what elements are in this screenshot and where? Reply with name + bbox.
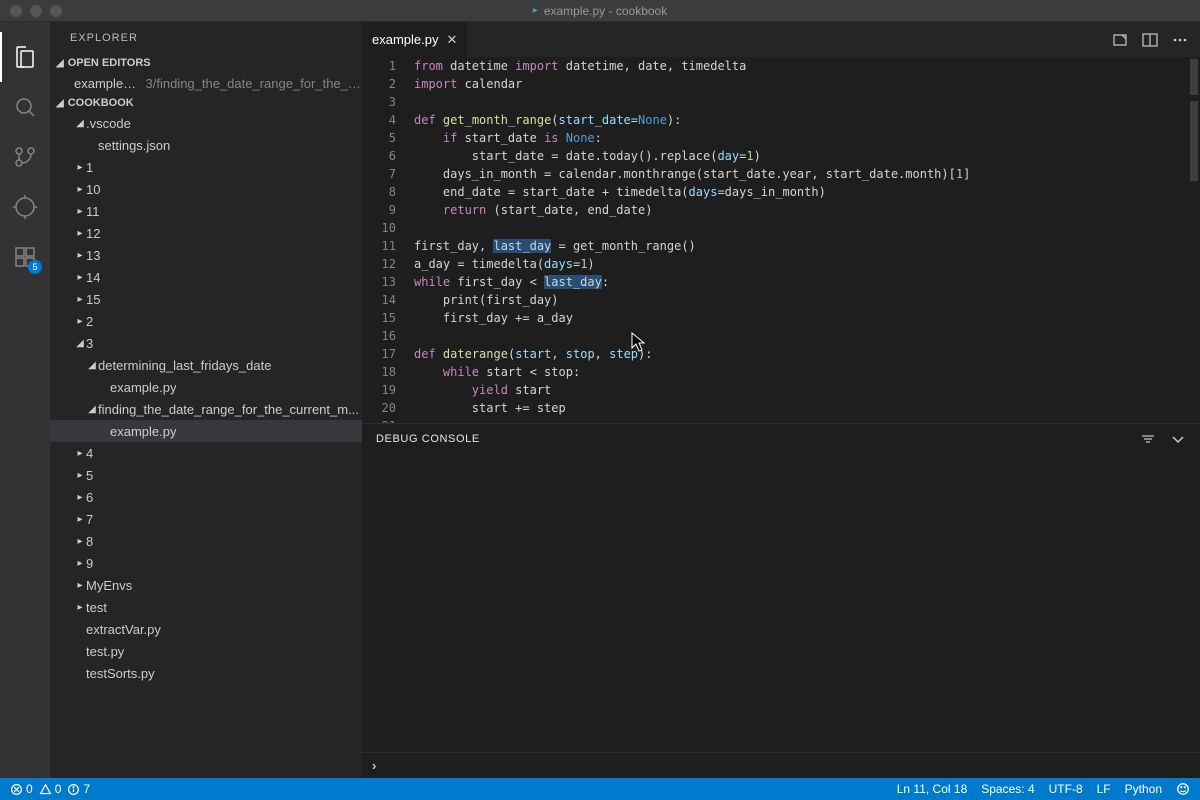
extensions-badge: 5 xyxy=(28,260,42,274)
folder-item[interactable]: ▸14 xyxy=(50,266,362,288)
tab-label: example.py xyxy=(372,32,438,47)
folder-item[interactable]: ▸5 xyxy=(50,464,362,486)
split-editor-icon[interactable] xyxy=(1142,32,1158,48)
folder-item[interactable]: ▸4 xyxy=(50,442,362,464)
code-content[interactable]: from datetime import datetime, date, tim… xyxy=(414,57,1200,423)
status-feedback-icon[interactable] xyxy=(1176,782,1190,796)
panel-input[interactable]: › xyxy=(362,752,1200,778)
status-eol[interactable]: LF xyxy=(1097,782,1111,796)
folder-item[interactable]: ▸8 xyxy=(50,530,362,552)
tab-bar: example.py ✕ xyxy=(362,22,1200,57)
minimize-window[interactable] xyxy=(30,5,42,17)
status-warnings[interactable]: 0 xyxy=(39,782,62,796)
folder-item[interactable]: ▸1 xyxy=(50,156,362,178)
status-info[interactable]: 7 xyxy=(67,782,90,796)
open-editors-list: example.py3/finding_the_date_range_for_t… xyxy=(50,72,362,94)
activity-bar: 5 xyxy=(0,22,50,778)
folder-item[interactable]: ▸15 xyxy=(50,288,362,310)
file-item[interactable]: test.py xyxy=(50,640,362,662)
folder-item[interactable]: ◢.vscode xyxy=(50,112,362,134)
search-icon[interactable] xyxy=(0,82,50,132)
status-info-count: 7 xyxy=(83,782,90,796)
folder-item[interactable]: ▸7 xyxy=(50,508,362,530)
debug-icon[interactable] xyxy=(0,182,50,232)
main-area: 5 EXPLORER ◢ OPEN EDITORS example.py3/fi… xyxy=(0,22,1200,778)
maximize-window[interactable] xyxy=(50,5,62,17)
folder-item[interactable]: ▸9 xyxy=(50,552,362,574)
source-control-icon[interactable] xyxy=(0,132,50,182)
file-item[interactable]: example.py xyxy=(50,376,362,398)
status-errors[interactable]: 0 xyxy=(10,782,33,796)
open-editor-item[interactable]: example.py3/finding_the_date_range_for_t… xyxy=(50,72,362,94)
open-editors-header[interactable]: ◢ OPEN EDITORS xyxy=(50,54,362,72)
chevron-right-icon: › xyxy=(372,758,376,773)
status-encoding[interactable]: UTF-8 xyxy=(1049,782,1083,796)
folder-item[interactable]: ▸12 xyxy=(50,222,362,244)
status-cursor[interactable]: Ln 11, Col 18 xyxy=(897,782,968,796)
open-editors-label: OPEN EDITORS xyxy=(68,57,151,69)
editor-area: example.py ✕ 123456789101112131415161718… xyxy=(362,22,1200,778)
folder-item[interactable]: ▸2 xyxy=(50,310,362,332)
file-item[interactable]: testSorts.py xyxy=(50,662,362,684)
folder-item[interactable]: ◢3 xyxy=(50,332,362,354)
panel-collapse-icon[interactable] xyxy=(1170,431,1186,447)
more-actions-icon[interactable] xyxy=(1172,32,1188,48)
workspace-label: COOKBOOK xyxy=(68,97,134,109)
folder-item[interactable]: ◢determining_last_fridays_date xyxy=(50,354,362,376)
status-language[interactable]: Python xyxy=(1125,782,1162,796)
file-item[interactable]: example.py xyxy=(50,420,362,442)
folder-item[interactable]: ▸11 xyxy=(50,200,362,222)
status-warnings-count: 0 xyxy=(55,782,62,796)
line-numbers: 123456789101112131415161718192021 xyxy=(362,57,414,423)
explorer-icon[interactable] xyxy=(0,32,50,82)
file-tree: ◢.vscodesettings.json▸1▸10▸11▸12▸13▸14▸1… xyxy=(50,112,362,778)
tab-actions xyxy=(1112,22,1200,57)
folder-item[interactable]: ▸13 xyxy=(50,244,362,266)
statusbar: 0 0 7 Ln 11, Col 18 Spaces: 4 UTF-8 LF P… xyxy=(0,778,1200,800)
chevron-down-icon: ◢ xyxy=(56,98,64,109)
debug-panel: DEBUG CONSOLE › xyxy=(362,423,1200,778)
workspace-header[interactable]: ◢ COOKBOOK xyxy=(50,94,362,112)
panel-body[interactable] xyxy=(362,454,1200,752)
extensions-icon[interactable]: 5 xyxy=(0,232,50,282)
folder-item[interactable]: ▸6 xyxy=(50,486,362,508)
window-title: ▸ example.py - cookbook xyxy=(533,4,667,18)
open-changes-icon[interactable] xyxy=(1112,32,1128,48)
close-tab-icon[interactable]: ✕ xyxy=(446,32,457,48)
close-window[interactable] xyxy=(10,5,22,17)
window-controls xyxy=(0,5,62,17)
tab-example-py[interactable]: example.py ✕ xyxy=(362,22,468,57)
folder-item[interactable]: ▸test xyxy=(50,596,362,618)
status-spaces[interactable]: Spaces: 4 xyxy=(981,782,1034,796)
file-type-icon: ▸ xyxy=(533,5,538,16)
file-item[interactable]: extractVar.py xyxy=(50,618,362,640)
chevron-down-icon: ◢ xyxy=(56,58,64,69)
titlebar: ▸ example.py - cookbook xyxy=(0,0,1200,22)
folder-item[interactable]: ▸MyEnvs xyxy=(50,574,362,596)
folder-item[interactable]: ◢finding_the_date_range_for_the_current_… xyxy=(50,398,362,420)
sidebar-title: EXPLORER xyxy=(50,22,362,54)
window-title-text: example.py - cookbook xyxy=(544,4,667,18)
folder-item[interactable]: ▸10 xyxy=(50,178,362,200)
panel-header: DEBUG CONSOLE xyxy=(362,424,1200,454)
status-errors-count: 0 xyxy=(26,782,33,796)
sidebar: EXPLORER ◢ OPEN EDITORS example.py3/find… xyxy=(50,22,362,778)
panel-filter-icon[interactable] xyxy=(1140,431,1156,447)
panel-title[interactable]: DEBUG CONSOLE xyxy=(376,433,480,445)
editor[interactable]: 123456789101112131415161718192021 from d… xyxy=(362,57,1200,423)
file-item[interactable]: settings.json xyxy=(50,134,362,156)
minimap[interactable] xyxy=(1186,57,1200,423)
